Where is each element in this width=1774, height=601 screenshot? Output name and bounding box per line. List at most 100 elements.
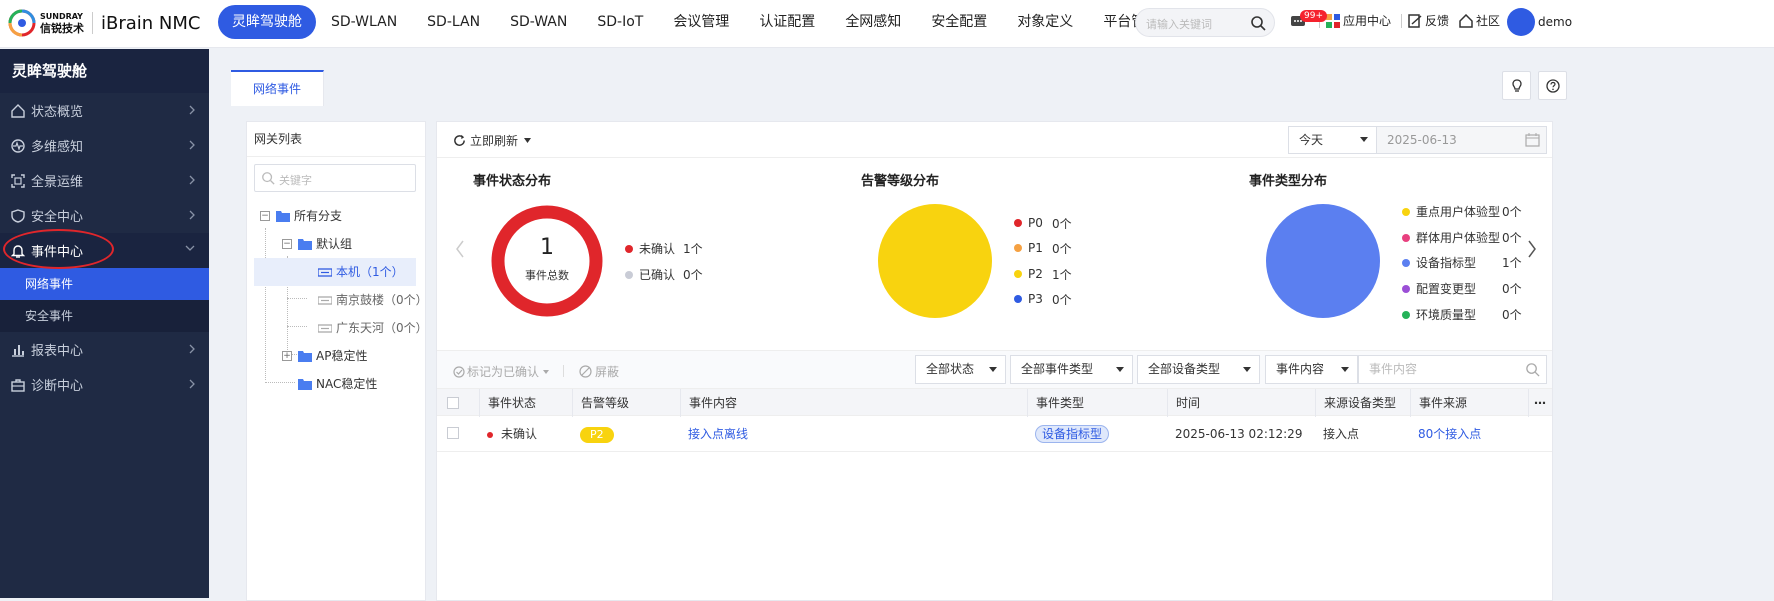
pie-slice-p2 <box>878 204 992 318</box>
caret-down-icon <box>524 138 532 143</box>
topnav-item-meeting[interactable]: 会议管理 <box>658 5 744 39</box>
app-center-button[interactable]: 应用中心 <box>1326 12 1391 29</box>
chevron-right-icon <box>189 379 195 389</box>
select-all-checkbox[interactable] <box>447 397 459 409</box>
column-header-level[interactable]: 告警等级 <box>572 389 680 417</box>
mark-confirmed-button[interactable]: 标记为已确认 <box>453 363 550 380</box>
legend-dot <box>625 244 633 253</box>
search-icon[interactable] <box>1525 362 1540 377</box>
topnav-item-sd-lan[interactable]: SD-LAN <box>412 5 495 39</box>
gateway-device-icon <box>318 324 332 333</box>
sidebar-item-diagnostics[interactable]: 诊断中心 <box>0 367 209 402</box>
sidebar-subitem-network-events[interactable]: 网络事件 <box>0 268 209 300</box>
collapse-icon[interactable]: − <box>282 239 292 249</box>
search-icon[interactable] <box>1250 15 1266 31</box>
carousel-prev-icon[interactable] <box>455 240 465 258</box>
search-placeholder: 请输入关键词 <box>1146 18 1212 31</box>
event-type-filter-select[interactable]: 全部事件类型 <box>1010 355 1133 384</box>
username[interactable]: demo <box>1538 15 1572 29</box>
device-type-filter-select[interactable]: 全部设备类型 <box>1137 355 1260 384</box>
chevron-down-icon <box>185 245 195 251</box>
folder-icon <box>298 351 312 362</box>
row-source-link[interactable]: 80个接入点 <box>1418 416 1481 452</box>
column-settings-icon[interactable]: ⋯ <box>1528 389 1552 417</box>
legend-dot <box>1014 270 1022 278</box>
topnav-item-objects[interactable]: 对象定义 <box>1002 5 1088 39</box>
check-badge-icon <box>453 365 465 378</box>
sidebar-item-overview[interactable]: 状态概览 <box>0 93 209 128</box>
column-header-status[interactable]: 事件状态 <box>479 389 572 417</box>
legend-config-change: 配置变更型 0个 <box>1402 280 1522 297</box>
global-search-input[interactable]: 请输入关键词 <box>1135 8 1275 37</box>
search-field-select[interactable]: 事件内容 <box>1265 355 1358 384</box>
chevron-right-icon <box>189 175 195 185</box>
topnav-item-cockpit[interactable]: 灵眸驾驶舱 <box>218 5 316 39</box>
legend-p0: P0 0个 <box>1014 216 1072 231</box>
block-icon <box>579 365 592 378</box>
table-row[interactable]: 未确认 P2 接入点离线 设备指标型 2025-06-13 02:12:29 接… <box>437 416 1552 452</box>
sidebar-subitem-security-events[interactable]: 安全事件 <box>0 300 209 332</box>
row-checkbox[interactable] <box>447 427 459 439</box>
tree-node-ap-stability[interactable]: + AP稳定性 <box>282 342 367 370</box>
status-dot <box>487 431 493 438</box>
carousel-next-icon[interactable] <box>1527 240 1537 258</box>
topnav-item-sd-iot[interactable]: SD-IoT <box>582 5 658 39</box>
sidebar-item-operations[interactable]: 全景运维 <box>0 163 209 198</box>
top-nav: 灵眸驾驶舱 SD-WLAN SD-LAN SD-WAN SD-IoT 会议管理 … <box>218 5 1174 39</box>
column-header-source[interactable]: 事件来源 <box>1410 389 1528 417</box>
tree-node-device[interactable]: 广东天河（0个） <box>318 314 428 342</box>
status-filter-select[interactable]: 全部状态 <box>915 355 1006 384</box>
row-status: 未确认 <box>487 416 537 452</box>
expand-icon[interactable]: + <box>282 351 292 361</box>
sidebar-item-security[interactable]: 安全中心 <box>0 198 209 233</box>
logo[interactable]: SUNDRAY 信锐技术 iBrain NMC <box>8 9 200 37</box>
sidebar-item-reports[interactable]: 报表中心 <box>0 332 209 367</box>
refresh-button[interactable]: 立即刷新 <box>453 132 535 149</box>
avatar[interactable] <box>1507 8 1535 36</box>
tree-node-local[interactable]: 本机（1个） <box>254 258 416 286</box>
help-button[interactable] <box>1538 71 1567 100</box>
column-header-type[interactable]: 事件类型 <box>1027 389 1167 417</box>
keyword-search-input[interactable]: 关键字 <box>254 164 416 192</box>
collapse-icon[interactable]: − <box>260 211 270 221</box>
app-grid-icon <box>1326 13 1340 28</box>
tree-node-nac-stability[interactable]: NAC稳定性 <box>298 370 377 398</box>
topnav-item-security[interactable]: 安全配置 <box>916 5 1002 39</box>
tree-node-all-branches[interactable]: − 所有分支 <box>260 202 342 230</box>
column-header-device-type[interactable]: 来源设备类型 <box>1315 389 1410 417</box>
event-total-label: 事件总数 <box>525 269 569 282</box>
folder-icon <box>298 239 312 250</box>
feedback-button[interactable]: 反馈 <box>1408 12 1449 29</box>
column-header-time[interactable]: 时间 <box>1167 389 1315 417</box>
topnav-item-sd-wan[interactable]: SD-WAN <box>495 5 582 39</box>
tab-network-events[interactable]: 网络事件 <box>231 70 324 106</box>
app-title: iBrain NMC <box>101 12 201 34</box>
gateway-panel: 网关列表 关键字 − 所有分支 − 默认组 本机（1个） 南京鼓楼（0个） 广东… <box>246 121 428 601</box>
range-select[interactable]: 今天 <box>1289 127 1377 153</box>
caret-down-icon <box>1360 137 1368 142</box>
sidebar-item-perception[interactable]: 多维感知 <box>0 128 209 163</box>
topnav-item-auth[interactable]: 认证配置 <box>744 5 830 39</box>
calendar-icon <box>1525 133 1540 147</box>
help-icon <box>1546 79 1560 93</box>
date-input[interactable]: 2025-06-13 <box>1377 127 1546 153</box>
event-content-search-input[interactable]: 事件内容 <box>1358 355 1547 384</box>
community-button[interactable]: 社区 <box>1459 12 1500 29</box>
donut-segment-unconfirmed <box>491 205 603 317</box>
caret-down-icon <box>1243 367 1251 372</box>
tree-node-default-group[interactable]: − 默认组 <box>282 230 352 258</box>
row-level: P2 <box>580 416 614 452</box>
mask-button[interactable]: 屏蔽 <box>579 363 619 380</box>
tips-button[interactable] <box>1502 71 1531 100</box>
legend-dot <box>1402 284 1410 293</box>
home-icon <box>1459 13 1473 28</box>
row-content-link[interactable]: 接入点离线 <box>688 416 748 452</box>
chevron-right-icon <box>189 105 195 115</box>
topnav-item-sd-wlan[interactable]: SD-WLAN <box>316 5 412 39</box>
keyword-placeholder: 关键字 <box>279 174 312 187</box>
topnav-item-perception[interactable]: 全网感知 <box>830 5 916 39</box>
column-header-content[interactable]: 事件内容 <box>680 389 1027 417</box>
tree-node-device[interactable]: 南京鼓楼（0个） <box>318 286 428 314</box>
type-pie-chart <box>1266 204 1380 318</box>
events-panel: 立即刷新 今天 2025-06-13 事件状态分布 1 事件总数 未确认 1个 已… <box>436 121 1553 601</box>
